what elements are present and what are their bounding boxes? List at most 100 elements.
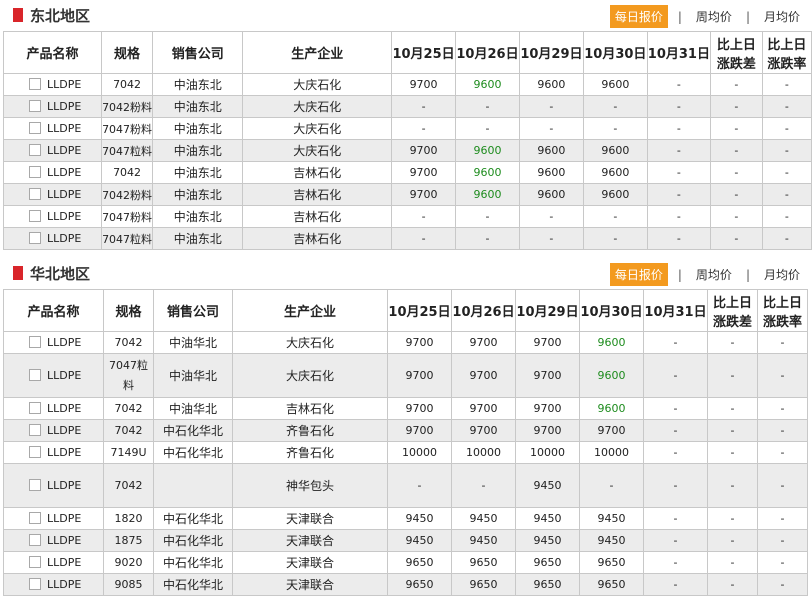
cell-price: -	[646, 161, 711, 184]
tab-daily-price[interactable]: 每日报价	[609, 5, 668, 28]
cell-price: -	[391, 227, 457, 250]
cell-product-name: LLDPE	[3, 397, 104, 420]
cell-price: 9700	[387, 353, 452, 398]
cell-sales-company: 中石化华北	[153, 507, 233, 530]
cell-change-rate: -	[761, 139, 812, 162]
row-checkbox[interactable]	[29, 512, 41, 524]
cell-price: 9650	[579, 551, 644, 574]
row-checkbox[interactable]	[29, 100, 41, 112]
row-checkbox[interactable]	[29, 232, 41, 244]
cell-spec: 7042	[101, 161, 154, 184]
row-checkbox[interactable]	[29, 479, 41, 491]
cell-price: 9600	[518, 73, 584, 96]
cell-product-name: LLDPE	[3, 529, 104, 552]
tab-weekly-average[interactable]: 周均价	[692, 264, 736, 285]
cell-price: -	[643, 397, 708, 420]
cell-price: 9600	[582, 139, 648, 162]
col-sales-company: 销售公司	[153, 289, 233, 332]
cell-product-name: LLDPE	[3, 419, 104, 442]
col-spec: 规格	[103, 289, 154, 332]
cell-price: -	[391, 117, 457, 140]
tab-daily-price[interactable]: 每日报价	[609, 263, 668, 286]
cell-spec: 9020	[103, 551, 154, 574]
table-row: LLDPE 7047粉料 中油东北 大庆石化 - - - - - - -	[2, 117, 812, 140]
col-change-diff: 比上日 涨跌差	[707, 289, 758, 332]
cell-change-rate: -	[757, 573, 808, 596]
cell-sales-company: 中油东北	[152, 73, 244, 96]
cell-price: -	[451, 463, 516, 508]
row-checkbox[interactable]	[29, 78, 41, 90]
row-checkbox[interactable]	[29, 402, 41, 414]
cell-sales-company: 中石化华北	[153, 551, 233, 574]
cell-change-diff: -	[709, 205, 763, 228]
cell-price: 9700	[387, 331, 452, 354]
col-date-1031: 10月31日	[646, 31, 711, 74]
cell-price: -	[582, 117, 648, 140]
cell-spec: 7047粉料	[101, 205, 154, 228]
row-checkbox[interactable]	[29, 210, 41, 222]
cell-price: 9600	[455, 73, 520, 96]
cell-price: -	[646, 227, 711, 250]
row-checkbox[interactable]	[29, 188, 41, 200]
cell-price: 9650	[515, 551, 580, 574]
col-manufacturer: 生产企业	[242, 31, 393, 74]
cell-price: 10000	[387, 441, 452, 464]
cell-price: 9450	[579, 507, 644, 530]
cell-price: -	[518, 117, 584, 140]
cell-product-name: LLDPE	[2, 73, 103, 96]
col-change-rate: 比上日 涨跌率	[757, 289, 808, 332]
cell-price: -	[582, 95, 648, 118]
cell-spec: 7042	[103, 331, 154, 354]
table-row: LLDPE 7042 神华包头 - -9450- - - -	[3, 463, 808, 508]
cell-change-diff: -	[707, 573, 758, 596]
row-checkbox[interactable]	[29, 578, 41, 590]
cell-sales-company: 中石化华北	[153, 529, 233, 552]
cell-change-diff: -	[707, 397, 758, 420]
cell-price: 9650	[579, 573, 644, 596]
northeast-header: 东北地区 每日报价 | 周均价 | 月均价	[0, 0, 812, 30]
cell-change-rate: -	[757, 353, 808, 398]
row-checkbox[interactable]	[29, 556, 41, 568]
cell-price: 9700	[387, 419, 452, 442]
cell-price: -	[646, 73, 711, 96]
cell-manufacturer: 大庆石化	[242, 95, 393, 118]
cell-price: 9650	[387, 551, 452, 574]
tab-monthly-average[interactable]: 月均价	[760, 264, 804, 285]
tab-monthly-average[interactable]: 月均价	[760, 6, 804, 27]
northeast-price-table: 产品名称 规格 销售公司 生产企业 10月25日 10月26日 10月29日 1…	[2, 31, 812, 250]
row-checkbox[interactable]	[29, 336, 41, 348]
cell-price: 9650	[515, 573, 580, 596]
product-name-text: LLDPE	[47, 78, 82, 91]
tab-weekly-average[interactable]: 周均价	[692, 6, 736, 27]
cell-product-name: LLDPE	[3, 441, 104, 464]
cell-price: 9600	[518, 139, 584, 162]
product-name-text: LLDPE	[47, 534, 82, 547]
col-date-1026: 10月26日	[451, 289, 516, 332]
cell-change-diff: -	[707, 331, 758, 354]
cell-price: 9600	[518, 183, 584, 206]
product-name-text: LLDPE	[47, 578, 82, 591]
cell-change-rate: -	[761, 227, 812, 250]
row-checkbox[interactable]	[29, 424, 41, 436]
table-row: LLDPE 1875 中石化华北 天津联合 9450 9450 9450 9450- - -	[3, 529, 808, 552]
cell-manufacturer: 吉林石化	[242, 161, 393, 184]
row-checkbox[interactable]	[29, 166, 41, 178]
cell-sales-company: 中油东北	[152, 139, 244, 162]
cell-price: -	[643, 529, 708, 552]
cell-sales-company: 中油东北	[152, 117, 244, 140]
cell-price: 9450	[579, 529, 644, 552]
row-checkbox[interactable]	[29, 144, 41, 156]
row-checkbox[interactable]	[29, 446, 41, 458]
cell-manufacturer: 天津联合	[232, 551, 388, 574]
product-name-text: LLDPE	[47, 424, 82, 437]
cell-change-diff: -	[709, 117, 763, 140]
cell-price: 9600	[582, 161, 648, 184]
cell-price: -	[646, 95, 711, 118]
cell-sales-company: 中油东北	[152, 227, 244, 250]
table-row: LLDPE 7047粒料 中油华北 大庆石化 9700 9700 9700 9600- - -	[3, 353, 808, 398]
row-checkbox[interactable]	[29, 369, 41, 381]
cell-change-rate: -	[761, 117, 812, 140]
cell-change-diff: -	[707, 529, 758, 552]
row-checkbox[interactable]	[29, 122, 41, 134]
row-checkbox[interactable]	[29, 534, 41, 546]
